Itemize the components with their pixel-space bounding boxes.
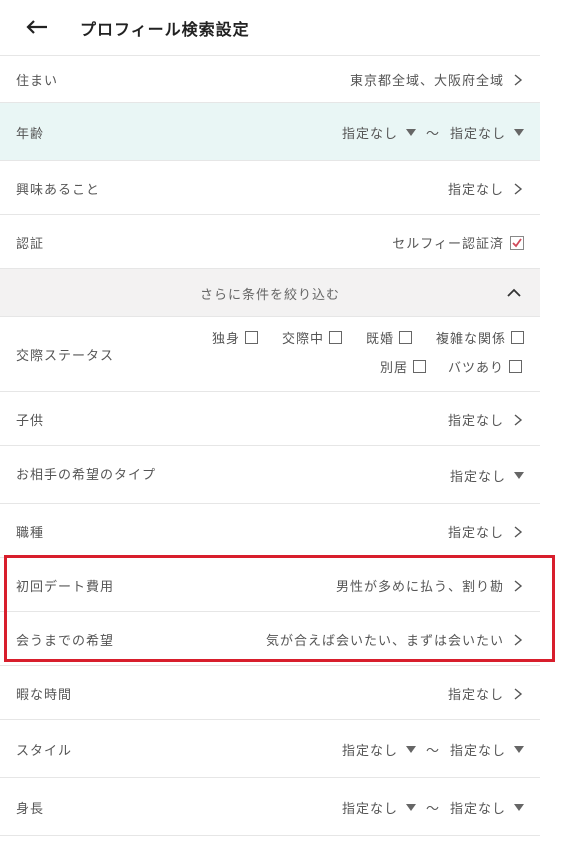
triangle-down-icon bbox=[514, 803, 524, 811]
checkbox-icon bbox=[511, 331, 525, 344]
style-range: 指定なし 〜 指定なし bbox=[342, 740, 524, 759]
checkbox-icon bbox=[245, 331, 259, 344]
row-first-date-cost[interactable]: 初回デート費用 男性が多めに払う、割り勘 bbox=[0, 558, 540, 612]
partner-type-value-group: 指定なし bbox=[450, 466, 524, 485]
more-filters-label: さらに条件を絞り込む bbox=[199, 288, 340, 303]
style-tilde: 〜 bbox=[425, 744, 440, 759]
style-label: スタイル bbox=[16, 744, 73, 759]
option-complicated[interactable]: 複雑な関係 bbox=[436, 328, 525, 347]
chevron-right-icon bbox=[514, 413, 523, 426]
checkbox-checked-icon[interactable] bbox=[510, 235, 524, 250]
chevron-right-icon bbox=[514, 579, 523, 592]
verification-label: 認証 bbox=[16, 237, 45, 252]
chevron-right-icon bbox=[514, 182, 523, 195]
triangle-down-icon bbox=[405, 128, 416, 136]
free-time-label: 暇な時間 bbox=[16, 688, 73, 703]
free-time-value-group: 指定なし bbox=[448, 684, 524, 703]
age-range: 指定なし 〜 指定なし bbox=[342, 123, 524, 142]
free-time-value: 指定なし bbox=[447, 688, 504, 703]
chevron-right-icon bbox=[514, 525, 523, 538]
row-occupation[interactable]: 職種 指定なし bbox=[0, 504, 540, 558]
page-title: プロフィール検索設定 bbox=[80, 20, 250, 39]
triangle-down-icon bbox=[405, 803, 416, 811]
chevron-up-icon bbox=[507, 288, 521, 297]
residence-value: 東京都全域、大阪府全域 bbox=[349, 74, 504, 89]
option-married[interactable]: 既婚 bbox=[366, 328, 413, 347]
checkbox-icon bbox=[413, 360, 427, 373]
option-dating[interactable]: 交際中 bbox=[282, 328, 343, 347]
option-separated[interactable]: 別居 bbox=[380, 357, 427, 376]
children-value: 指定なし bbox=[447, 414, 504, 429]
children-label: 子供 bbox=[16, 414, 45, 429]
before-meeting-value-group: 気が合えば会いたい、まずは会いたい bbox=[266, 630, 524, 649]
relationship-label: 交際ステータス bbox=[16, 349, 115, 364]
chevron-right-icon bbox=[514, 633, 523, 646]
triangle-down-icon bbox=[514, 471, 524, 479]
first-date-cost-value-group: 男性が多めに払う、割り勘 bbox=[336, 576, 524, 595]
height-to[interactable]: 指定なし bbox=[450, 798, 506, 817]
children-value-group: 指定なし bbox=[448, 410, 524, 429]
triangle-down-icon bbox=[405, 745, 416, 753]
height-tilde: 〜 bbox=[425, 802, 440, 817]
occupation-value: 指定なし bbox=[447, 526, 504, 541]
row-interests[interactable]: 興味あること 指定なし bbox=[0, 161, 540, 215]
row-height[interactable]: 身長 指定なし 〜 指定なし bbox=[0, 778, 540, 836]
triangle-down-icon bbox=[514, 745, 524, 753]
row-residence[interactable]: 住まい 東京都全域、大阪府全域 bbox=[0, 56, 540, 103]
verification-value: セルフィー認証済 bbox=[392, 237, 504, 252]
row-relationship-status: 交際ステータス 独身 交際中 既婚 複雑な関係 別居 バツあり bbox=[0, 317, 540, 392]
verification-value-group: セルフィー認証済 bbox=[392, 233, 524, 252]
chevron-right-icon bbox=[514, 687, 523, 700]
before-meeting-value: 気が合えば会いたい、まずは会いたい bbox=[265, 634, 504, 649]
age-label: 年齢 bbox=[16, 127, 45, 142]
occupation-label: 職種 bbox=[16, 526, 45, 541]
triangle-down-icon bbox=[514, 128, 524, 136]
style-from[interactable]: 指定なし bbox=[342, 740, 398, 759]
style-to[interactable]: 指定なし bbox=[450, 740, 506, 759]
row-children[interactable]: 子供 指定なし bbox=[0, 392, 540, 446]
first-date-cost-label: 初回デート費用 bbox=[16, 580, 115, 595]
interests-value-group: 指定なし bbox=[448, 179, 524, 198]
arrow-left-icon[interactable] bbox=[24, 12, 50, 42]
checkbox-icon bbox=[399, 331, 413, 344]
partner-type-label: お相手の希望のタイプ bbox=[16, 468, 157, 483]
checkbox-icon bbox=[329, 331, 343, 344]
height-from[interactable]: 指定なし bbox=[342, 798, 398, 817]
height-label: 身長 bbox=[16, 802, 45, 817]
row-free-time[interactable]: 暇な時間 指定なし bbox=[0, 666, 540, 720]
app-header: プロフィール検索設定 bbox=[0, 0, 540, 56]
row-age[interactable]: 年齢 指定なし 〜 指定なし bbox=[0, 103, 540, 161]
partner-type-value: 指定なし bbox=[449, 470, 506, 485]
more-filters-toggle[interactable]: さらに条件を絞り込む bbox=[0, 269, 540, 317]
chevron-right-icon bbox=[514, 73, 523, 86]
interests-value: 指定なし bbox=[447, 183, 504, 198]
before-meeting-label: 会うまでの希望 bbox=[16, 634, 115, 649]
age-tilde: 〜 bbox=[425, 127, 440, 142]
option-divorced[interactable]: バツあり bbox=[448, 357, 523, 376]
row-before-meeting[interactable]: 会うまでの希望 気が合えば会いたい、まずは会いたい bbox=[0, 612, 540, 666]
option-single[interactable]: 独身 bbox=[212, 328, 259, 347]
residence-value-group: 東京都全域、大阪府全域 bbox=[350, 70, 524, 89]
first-date-cost-value: 男性が多めに払う、割り勘 bbox=[335, 580, 504, 595]
height-range: 指定なし 〜 指定なし bbox=[342, 798, 524, 817]
age-from[interactable]: 指定なし bbox=[342, 123, 398, 142]
residence-label: 住まい bbox=[16, 74, 59, 89]
interests-label: 興味あること bbox=[16, 183, 101, 198]
row-partner-type[interactable]: お相手の希望のタイプ 指定なし bbox=[0, 446, 540, 504]
row-verification: 認証 セルフィー認証済 bbox=[0, 215, 540, 269]
row-style[interactable]: スタイル 指定なし 〜 指定なし bbox=[0, 720, 540, 778]
age-to[interactable]: 指定なし bbox=[450, 123, 506, 142]
occupation-value-group: 指定なし bbox=[448, 522, 524, 541]
checkbox-icon bbox=[509, 360, 523, 373]
